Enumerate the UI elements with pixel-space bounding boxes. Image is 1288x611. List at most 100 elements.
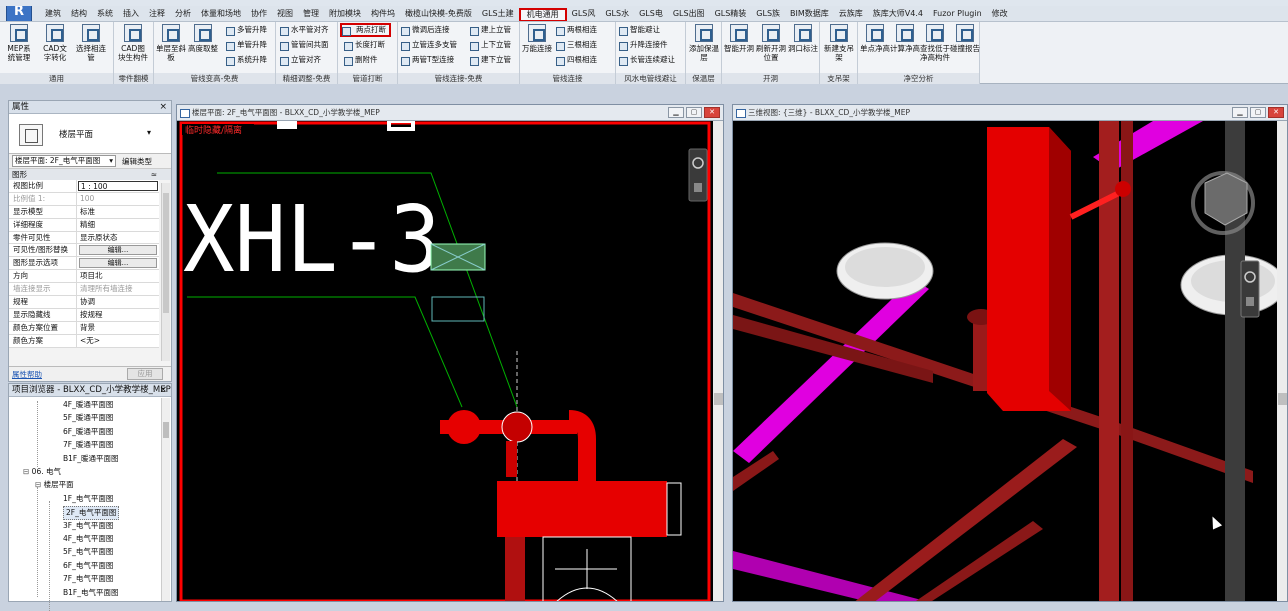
single-clearance-button[interactable]: 单点净高	[860, 24, 890, 53]
single-lift-button[interactable]: 单管升降	[226, 40, 267, 51]
3d-scrollbar[interactable]	[1277, 121, 1288, 602]
3d-canvas[interactable]	[733, 121, 1288, 602]
cad-block-button[interactable]: CAD图块生构件	[118, 24, 148, 62]
edit-button[interactable]: 编辑...	[79, 245, 157, 256]
select-connected-button[interactable]: 选择相连管	[76, 24, 106, 62]
browser-view-item[interactable]: B1F_暖通平面图	[63, 453, 118, 465]
mep-system-button[interactable]: MEP系统管理	[4, 24, 34, 62]
properties-close-button[interactable]: ×	[159, 101, 167, 114]
tab-16[interactable]: GLS水	[600, 8, 634, 21]
minimize-button[interactable]: ▁	[1232, 107, 1248, 118]
apply-button[interactable]: 应用	[127, 368, 163, 380]
tab-0[interactable]: 建筑	[40, 8, 66, 21]
zoom-icon[interactable]	[1246, 297, 1254, 306]
browser-close-button[interactable]: ×	[159, 384, 167, 397]
tab-19[interactable]: GLS精装	[710, 8, 752, 21]
browser-view-item[interactable]: 7F_暖通平面图	[63, 439, 113, 451]
browser-view-item[interactable]: 4F_电气平面图	[63, 533, 113, 545]
browser-view-item[interactable]: 5F_暖通平面图	[63, 412, 113, 424]
tab-9[interactable]: 管理	[298, 8, 324, 21]
new-hanger-button[interactable]: 新建支吊架	[824, 24, 854, 62]
scroll-thumb[interactable]	[163, 193, 169, 313]
property-row[interactable]: 可见性/图形替换 编辑...	[9, 244, 159, 258]
browser-view-item[interactable]: 7F_电气平面图	[63, 573, 113, 585]
browser-group-item[interactable]: ⊟ 楼层平面	[35, 479, 74, 491]
tab-25[interactable]: 修改	[987, 8, 1013, 21]
property-row[interactable]: 方向 项目北	[9, 270, 159, 284]
tab-14[interactable]: 机电通用	[518, 8, 567, 21]
tab-17[interactable]: GLS电	[634, 8, 668, 21]
tab-1[interactable]: 结构	[66, 8, 92, 21]
refresh-open-button[interactable]: 刷新开洞位置	[756, 24, 786, 62]
tab-11[interactable]: 构件坞	[366, 8, 400, 21]
tab-24[interactable]: Fuzor Plugin	[928, 8, 987, 21]
browser-view-item[interactable]: 3F_电气平面图	[63, 520, 113, 532]
long-avoid-button[interactable]: 长管连续避让	[619, 55, 675, 66]
coplanar-button[interactable]: 管管间共面	[280, 40, 329, 51]
lift-connector-button[interactable]: 升降连接件	[619, 40, 668, 51]
property-row[interactable]: 颜色方案 <无>	[9, 334, 159, 348]
application-menu-button[interactable]: R	[6, 6, 32, 21]
property-row[interactable]: 墙连接显示 清理所有墙连接	[9, 283, 159, 297]
up-riser-button[interactable]: 建上立管	[470, 25, 511, 36]
system-lift-button[interactable]: 系统升降	[226, 55, 267, 66]
browser-view-item[interactable]: 6F_电气平面图	[63, 560, 113, 572]
property-row[interactable]: 显示隐藏线 按规程	[9, 308, 159, 322]
two-connect-button[interactable]: 两根相连	[556, 25, 597, 36]
tab-13[interactable]: GLS土建	[477, 8, 519, 21]
up-down-riser-button[interactable]: 上下立管	[470, 40, 511, 51]
edit-button[interactable]: 编辑...	[79, 258, 157, 269]
expand-icon[interactable]: ⊟	[23, 467, 32, 476]
tab-5[interactable]: 分析	[170, 8, 196, 21]
length-break-button[interactable]: 长度打断	[344, 40, 385, 51]
smart-open-button[interactable]: 智能开洞	[724, 24, 754, 53]
properties-scrollbar[interactable]	[161, 183, 170, 361]
browser-view-item[interactable]: 2F_电气平面图	[63, 506, 120, 521]
plan-canvas[interactable]: 临时隐藏/隔离 XHL-3	[177, 121, 724, 602]
edit-type-button[interactable]: 编辑类型	[122, 156, 152, 167]
hole-tag-button[interactable]: 洞口标注	[788, 24, 818, 53]
tab-15[interactable]: GLS风	[567, 8, 601, 21]
browser-scrollbar[interactable]	[161, 398, 170, 601]
add-insulation-button[interactable]: 添加保温层	[689, 24, 719, 62]
plan-scrollbar[interactable]	[713, 121, 724, 602]
tab-4[interactable]: 注释	[144, 8, 170, 21]
tab-7[interactable]: 协作	[246, 8, 272, 21]
tab-18[interactable]: GLS出图	[668, 8, 710, 21]
property-row[interactable]: 详细程度 精细	[9, 218, 159, 232]
tab-10[interactable]: 附加模块	[324, 8, 366, 21]
delete-fitting-button[interactable]: 删附件	[344, 55, 378, 66]
tab-2[interactable]: 系统	[92, 8, 118, 21]
navigation-bar[interactable]	[1240, 260, 1260, 318]
instance-filter-dropdown[interactable]: 楼层平面: 2F_电气平面图	[12, 155, 116, 167]
property-value[interactable]: 1 : 100	[78, 181, 158, 191]
tab-8[interactable]: 视图	[272, 8, 298, 21]
zoom-icon[interactable]	[694, 183, 702, 192]
tab-21[interactable]: BIM数据库	[785, 8, 834, 21]
tab-20[interactable]: GLS族	[751, 8, 785, 21]
browser-view-item[interactable]: 6F_暖通平面图	[63, 426, 113, 438]
property-row[interactable]: 零件可见性 显示原状态	[9, 231, 159, 245]
two-pipe-tee-button[interactable]: 两管T型连接	[401, 55, 454, 66]
property-row[interactable]: 图形显示选项 编辑...	[9, 257, 159, 271]
scroll-thumb[interactable]	[163, 422, 169, 438]
browser-view-item[interactable]: 4F_暖通平面图	[63, 399, 113, 411]
browser-view-item[interactable]: 1F_电气平面图	[63, 493, 113, 505]
property-row[interactable]: 视图比例 1 : 100	[9, 180, 159, 193]
tab-3[interactable]: 插入	[118, 8, 144, 21]
riser-multi-connect-button[interactable]: 立管连多支管	[401, 40, 457, 51]
micro-connect-button[interactable]: 微调后连接	[401, 25, 450, 36]
browser-group-item[interactable]: ⊟ 06. 电气	[23, 466, 61, 478]
find-low-button[interactable]: 查找低于净高构件	[920, 24, 950, 62]
minimize-button[interactable]: ▁	[668, 107, 684, 118]
smart-avoid-button[interactable]: 智能避让	[619, 25, 660, 36]
property-row[interactable]: 比例值 1: 100	[9, 192, 159, 206]
tab-12[interactable]: 橄榄山快模-免费版	[400, 8, 477, 21]
property-row[interactable]: 颜色方案位置 背景	[9, 321, 159, 335]
collision-report-button[interactable]: 碰撞报告	[950, 24, 980, 53]
type-selector[interactable]: 楼层平面 ▾	[9, 114, 171, 154]
maximize-button[interactable]: ▢	[1250, 107, 1266, 118]
universal-connect-button[interactable]: 万能连接	[522, 24, 552, 53]
two-point-break-button[interactable]: 两点打断	[340, 23, 391, 37]
maximize-button[interactable]: ▢	[686, 107, 702, 118]
